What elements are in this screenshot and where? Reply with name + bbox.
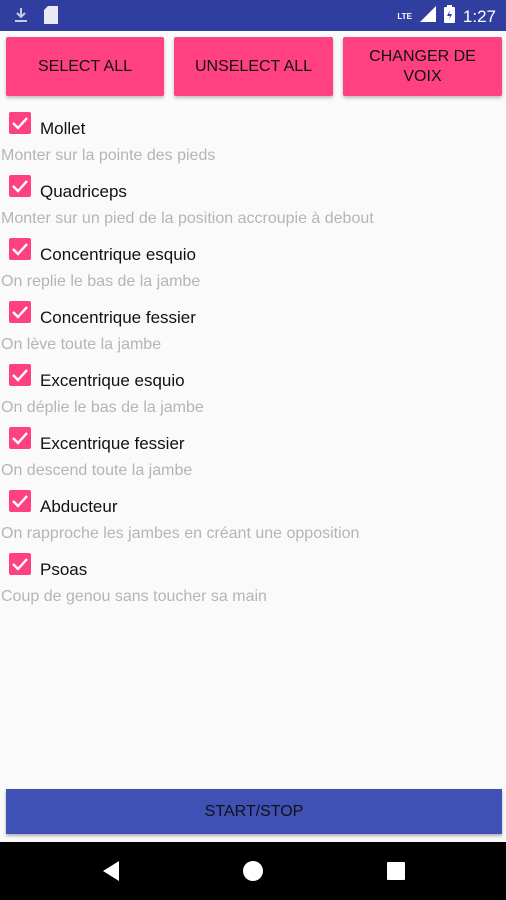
download-icon — [14, 7, 28, 28]
signal-icon — [419, 6, 436, 27]
checkbox[interactable] — [9, 553, 31, 575]
list-item: Excentrique fessier On descend toute la j… — [0, 425, 506, 488]
list-item: Psoas Coup de genou sans toucher sa main — [0, 551, 506, 614]
unselect-all-button[interactable]: UNSELECT ALL — [174, 37, 333, 96]
sd-card-icon — [44, 6, 58, 29]
checkbox[interactable] — [9, 175, 31, 197]
home-icon[interactable] — [240, 858, 266, 884]
checkbox[interactable] — [9, 427, 31, 449]
recents-icon[interactable] — [383, 858, 409, 884]
clock: 1:27 — [462, 6, 496, 26]
exercise-label[interactable]: Excentrique fessier — [40, 434, 185, 454]
exercise-description: Coup de genou sans toucher sa main — [1, 588, 267, 605]
exercise-label[interactable]: Abducteur — [40, 497, 118, 517]
list-item: Mollet Monter sur la pointe des pieds — [0, 110, 506, 173]
exercise-label[interactable]: Quadriceps — [40, 182, 127, 202]
exercise-description: On replie le bas de la jambe — [1, 273, 201, 290]
status-bar: LTE 1:27 — [0, 0, 506, 31]
list-item: Abducteur On rapproche les jambes en créa… — [0, 488, 506, 551]
exercise-description: On descend toute la jambe — [1, 462, 193, 479]
toolbar: SELECT ALL UNSELECT ALL CHANGER DE VOIX — [6, 37, 502, 97]
exercise-label[interactable]: Psoas — [40, 560, 87, 580]
navigation-bar — [0, 842, 506, 900]
exercise-label[interactable]: Concentrique esquio — [40, 245, 196, 265]
checkbox[interactable] — [9, 490, 31, 512]
start-stop-button[interactable]: START/STOP — [6, 789, 502, 834]
back-icon[interactable] — [98, 858, 124, 884]
list-item: Quadriceps Monter sur un pied de la posit… — [0, 173, 506, 236]
checkbox[interactable] — [9, 238, 31, 260]
list-item: Concentrique esquio On replie le bas de l… — [0, 236, 506, 299]
checkbox[interactable] — [9, 364, 31, 386]
exercise-description: Monter sur la pointe des pieds — [1, 147, 216, 164]
exercise-list: Mollet Monter sur la pointe des pieds Quad… — [0, 110, 506, 614]
select-all-button[interactable]: SELECT ALL — [6, 37, 164, 96]
change-voice-button[interactable]: CHANGER DE VOIX — [343, 37, 502, 96]
network-type: LTE — [397, 12, 412, 21]
checkbox[interactable] — [9, 301, 31, 323]
exercise-description: On déplie le bas de la jambe — [1, 399, 204, 416]
exercise-description: On rapproche les jambes en créant une op… — [1, 525, 360, 542]
exercise-description: On lève toute la jambe — [1, 336, 162, 353]
battery-icon — [443, 5, 455, 28]
list-item: Concentrique fessier On lève toute la jam… — [0, 299, 506, 362]
exercise-label[interactable]: Excentrique esquio — [40, 371, 185, 391]
list-item: Excentrique esquio On déplie le bas de la… — [0, 362, 506, 425]
exercise-label[interactable]: Mollet — [40, 119, 85, 139]
checkbox[interactable] — [9, 112, 31, 134]
exercise-label[interactable]: Concentrique fessier — [40, 308, 196, 328]
exercise-description: Monter sur un pied de la position accrou… — [1, 210, 374, 227]
